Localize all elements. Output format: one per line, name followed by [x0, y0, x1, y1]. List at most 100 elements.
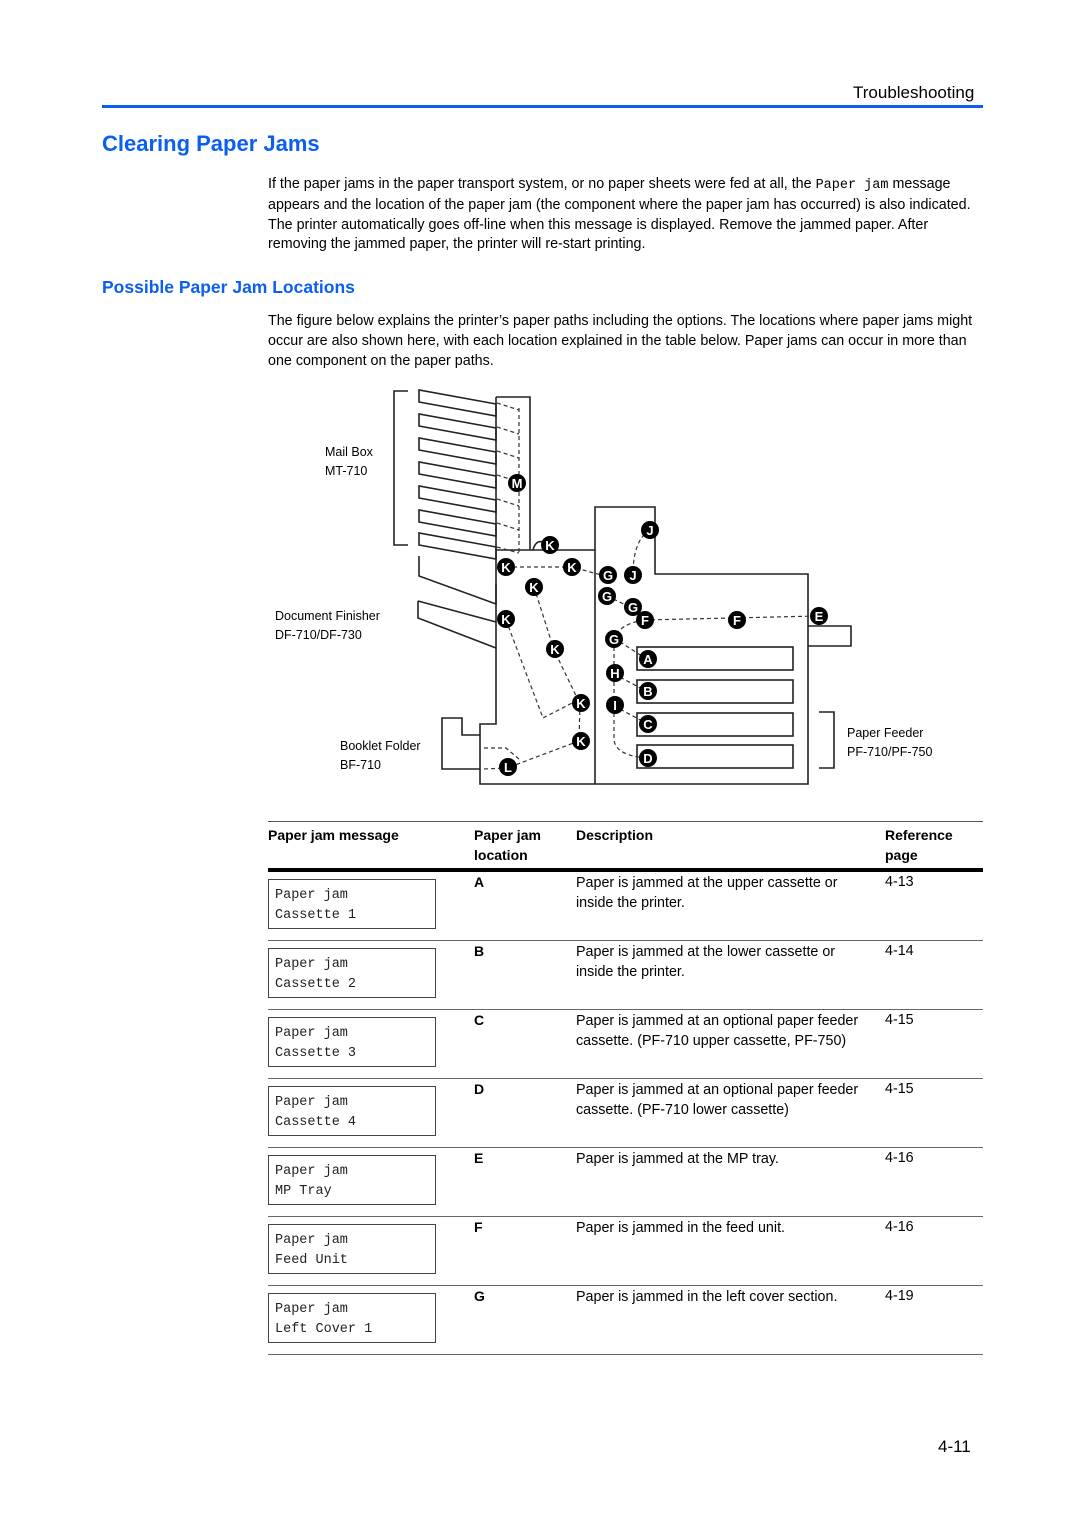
svg-text:G: G [602, 589, 612, 604]
location-code: A [474, 874, 485, 890]
svg-text:K: K [529, 580, 539, 595]
subsection-title: Possible Paper Jam Locations [102, 277, 355, 297]
svg-text:L: L [504, 760, 512, 775]
finisher-label: Document Finisher DF-710/DF-730 [275, 609, 380, 642]
lcd-message: Paper jam Cassette 2 [268, 948, 436, 998]
svg-text:C: C [643, 717, 653, 732]
location-code: D [474, 1081, 485, 1097]
feeder-bracket [819, 711, 835, 769]
marker-k: K [525, 578, 543, 596]
description: Paper is jammed at the upper cassette or… [576, 875, 838, 911]
location-code: G [474, 1288, 485, 1304]
reference-page[interactable]: 4-16 [885, 1150, 914, 1166]
marker-k: K [572, 694, 590, 712]
marker-d: D [639, 749, 657, 767]
marker-j: J [641, 521, 659, 539]
svg-text:G: G [609, 632, 619, 647]
section-header: Troubleshooting [853, 83, 975, 102]
svg-text:I: I [613, 698, 617, 713]
svg-text:K: K [576, 696, 586, 711]
cassette-3 [636, 712, 794, 737]
booklet-folder [441, 717, 480, 770]
lcd-message: Paper jam Cassette 4 [268, 1086, 436, 1136]
reference-page[interactable]: 4-19 [885, 1288, 914, 1304]
description: Paper is jammed in the feed unit. [576, 1220, 786, 1236]
intro-code: Paper jam [815, 178, 889, 193]
marker-a: A [639, 650, 657, 668]
header-rule [102, 105, 983, 108]
marker-k: K [497, 558, 515, 576]
reference-page[interactable]: 4-14 [885, 943, 914, 959]
mailbox-bracket [393, 390, 408, 546]
svg-text:G: G [628, 600, 638, 615]
svg-text:E: E [815, 609, 824, 624]
table-row: Paper jam Cassette 3 C Paper is jammed at… [268, 1010, 983, 1079]
header-description: Description [576, 827, 654, 843]
page-title: Clearing Paper Jams [102, 131, 320, 156]
lcd-message: Paper jam Feed Unit [268, 1224, 436, 1274]
marker-l: L [499, 758, 517, 776]
svg-text:H: H [610, 666, 619, 681]
description: Paper is jammed at an optional paper fee… [576, 1013, 859, 1049]
cassette-2 [636, 679, 794, 704]
cassette-4 [636, 744, 794, 769]
svg-text:F: F [733, 613, 741, 628]
table-row: Paper jam Cassette 2 B Paper is jammed at… [268, 941, 983, 1010]
svg-text:D: D [643, 751, 652, 766]
marker-k: K [497, 610, 515, 628]
svg-text:K: K [567, 560, 577, 575]
marker-g: G [605, 630, 623, 648]
diagram-structure [393, 389, 852, 785]
marker-f: F [636, 611, 654, 629]
header-location: Paper jam location [474, 827, 541, 863]
header-message: Paper jam message [268, 827, 399, 843]
svg-text:K: K [501, 612, 511, 627]
location-code: C [474, 1012, 485, 1028]
mailbox-column [496, 396, 531, 550]
table-top-rule [268, 821, 983, 822]
svg-text:K: K [576, 734, 586, 749]
intro-paragraph: If the paper jams in the paper transport… [268, 175, 988, 255]
marker-c: C [639, 715, 657, 733]
table-row: Paper jam Cassette 1 A Paper is jammed at… [268, 872, 983, 941]
lcd-message: Paper jam MP Tray [268, 1155, 436, 1205]
reference-page[interactable]: 4-16 [885, 1219, 914, 1235]
location-code: F [474, 1219, 483, 1235]
svg-text:K: K [545, 538, 555, 553]
marker-f: F [728, 611, 746, 629]
reference-page[interactable]: 4-13 [885, 874, 914, 890]
marker-g: G [598, 587, 616, 605]
lcd-message: Paper jam Left Cover 1 [268, 1293, 436, 1343]
marker-g: G [599, 566, 617, 584]
mailbox-label: Mail Box MT-710 [325, 445, 373, 478]
marker-h: H [606, 664, 624, 682]
reference-page[interactable]: 4-15 [885, 1081, 914, 1097]
svg-text:G: G [603, 568, 613, 583]
description: Paper is jammed at the lower cassette or… [576, 944, 836, 980]
mailbox-trays [418, 389, 497, 560]
table-row: Paper jam Left Cover 1 G Paper is jammed … [268, 1286, 983, 1355]
row-rule [268, 1354, 983, 1355]
svg-text:A: A [643, 652, 653, 667]
location-code: E [474, 1150, 484, 1166]
page-number: 4-11 [938, 1437, 971, 1456]
finisher-tray-lower [417, 601, 497, 649]
description: Paper is jammed at the MP tray. [576, 1151, 779, 1167]
marker-m: M [508, 474, 526, 492]
marker-j: J [624, 566, 642, 584]
feeder-label: Paper Feeder PF-710/PF-750 [847, 726, 933, 759]
svg-text:F: F [641, 613, 649, 628]
svg-text:M: M [512, 476, 523, 491]
jam-markers: M K K K K K K K K L J J G G G G F F E A … [497, 474, 828, 776]
mp-tray [808, 625, 852, 647]
marker-k: K [563, 558, 581, 576]
description: Paper is jammed in the left cover sectio… [576, 1289, 838, 1305]
table-row: Paper jam Cassette 4 D Paper is jammed at… [268, 1079, 983, 1148]
reference-page[interactable]: 4-15 [885, 1012, 914, 1028]
lcd-message: Paper jam Cassette 3 [268, 1017, 436, 1067]
marker-i: I [606, 696, 624, 714]
marker-k: K [541, 536, 559, 554]
marker-e: E [810, 607, 828, 625]
finisher-tray-upper [418, 556, 497, 606]
intro-text-before: If the paper jams in the paper transport… [268, 176, 816, 192]
